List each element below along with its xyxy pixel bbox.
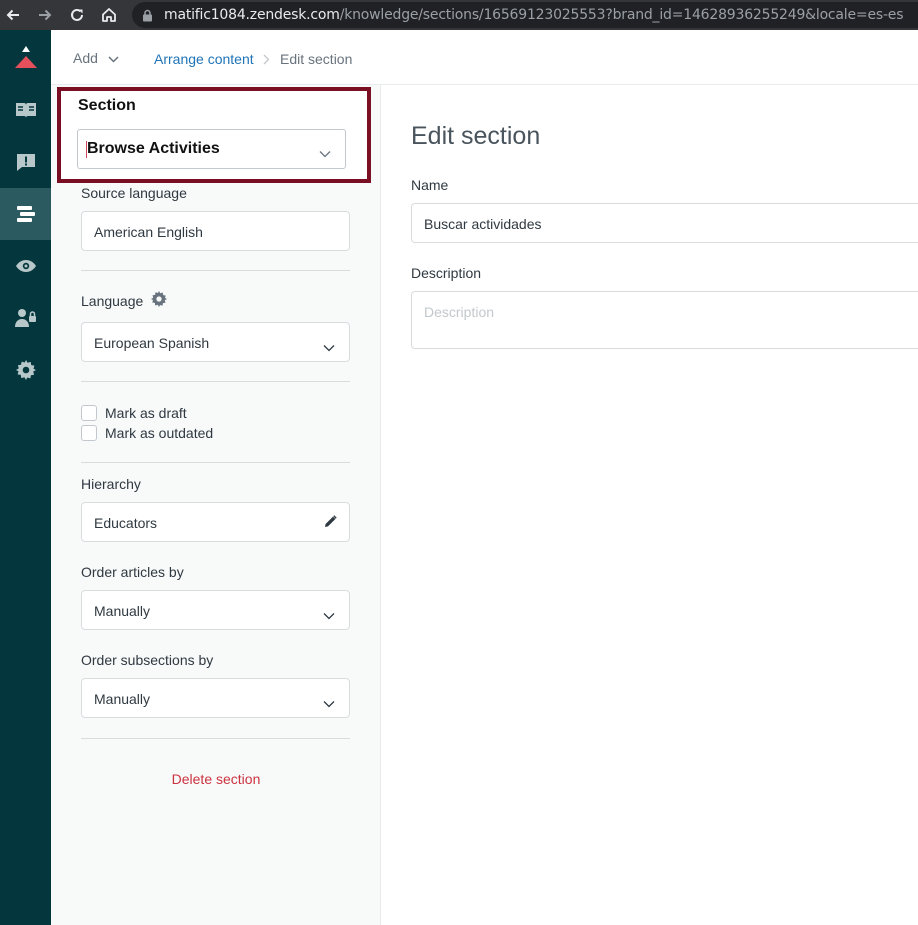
section-label: Section: [78, 97, 186, 115]
order-subsections-select[interactable]: Manually: [81, 678, 350, 718]
arrange-content-icon[interactable]: [0, 188, 51, 240]
forward-arrow-icon[interactable]: [32, 0, 58, 30]
order-articles-label: Order articles by: [81, 564, 184, 580]
source-language-value: American English: [94, 224, 203, 240]
source-language-label: Source language: [81, 185, 187, 201]
order-subsections-value: Manually: [94, 691, 151, 707]
name-label: Name: [411, 177, 449, 193]
url-text: matific1084.zendesk.com/knowledge/sectio…: [164, 7, 904, 23]
address-bar[interactable]: matific1084.zendesk.com/knowledge/sectio…: [132, 2, 918, 28]
reload-icon[interactable]: [64, 0, 90, 30]
chevron-right-icon: [263, 52, 270, 70]
language-select-value: European Spanish: [94, 335, 210, 351]
gear-icon[interactable]: [151, 291, 167, 312]
knowledge-book-icon[interactable]: [0, 84, 51, 136]
section-select[interactable]: Browse Activities: [77, 129, 346, 169]
eye-icon[interactable]: [0, 240, 51, 292]
description-textarea[interactable]: Description: [411, 291, 918, 349]
name-input-value: Buscar actividades: [424, 216, 542, 232]
breadcrumb-current: Edit section: [280, 51, 353, 67]
divider: [81, 381, 350, 382]
source-language-field: American English: [81, 211, 350, 251]
order-articles-value: Manually: [94, 603, 151, 619]
mark-draft-checkbox[interactable]: [81, 405, 97, 421]
breadcrumb-arrange-content[interactable]: Arrange content: [154, 51, 254, 67]
top-bar: Add Arrange content Edit section: [51, 30, 918, 85]
chevron-down-icon: [323, 695, 335, 713]
back-arrow-icon[interactable]: [0, 0, 26, 30]
language-select[interactable]: European Spanish: [81, 322, 350, 362]
chevron-down-icon: [323, 607, 335, 625]
user-lock-icon[interactable]: [0, 292, 51, 344]
order-articles-select[interactable]: Manually: [81, 590, 350, 630]
page-title: Edit section: [411, 122, 541, 150]
home-icon[interactable]: [96, 0, 122, 30]
zendesk-logo-icon[interactable]: [0, 32, 51, 84]
hierarchy-field[interactable]: Educators: [81, 502, 350, 542]
hierarchy-label: Hierarchy: [81, 476, 141, 492]
add-label: Add: [73, 50, 98, 66]
section-select-value: Browse Activities: [87, 140, 220, 157]
divider: [81, 270, 350, 271]
description-placeholder: Description: [424, 304, 495, 320]
chevron-down-icon: [319, 145, 331, 163]
divider: [81, 738, 350, 739]
hierarchy-value: Educators: [94, 515, 158, 531]
name-input[interactable]: Buscar actividades: [411, 203, 918, 243]
chevron-down-icon: [323, 339, 335, 357]
divider: [81, 462, 350, 463]
mark-outdated-label[interactable]: Mark as outdated: [105, 425, 213, 441]
delete-section-link[interactable]: Delete section: [51, 771, 381, 787]
gear-icon[interactable]: [0, 344, 51, 396]
browser-toolbar: matific1084.zendesk.com/knowledge/sectio…: [0, 0, 918, 30]
language-label: Language: [81, 293, 144, 309]
alert-message-icon[interactable]: [0, 136, 51, 188]
product-rail: [0, 30, 51, 925]
pencil-icon[interactable]: [324, 515, 337, 533]
order-subsections-label: Order subsections by: [81, 652, 214, 668]
chevron-down-icon: [108, 50, 119, 66]
lock-icon: [142, 9, 153, 27]
add-menu-button[interactable]: Add: [73, 50, 119, 66]
mark-draft-label[interactable]: Mark as draft: [105, 405, 187, 421]
description-label: Description: [411, 265, 482, 281]
mark-outdated-checkbox[interactable]: [81, 425, 97, 441]
